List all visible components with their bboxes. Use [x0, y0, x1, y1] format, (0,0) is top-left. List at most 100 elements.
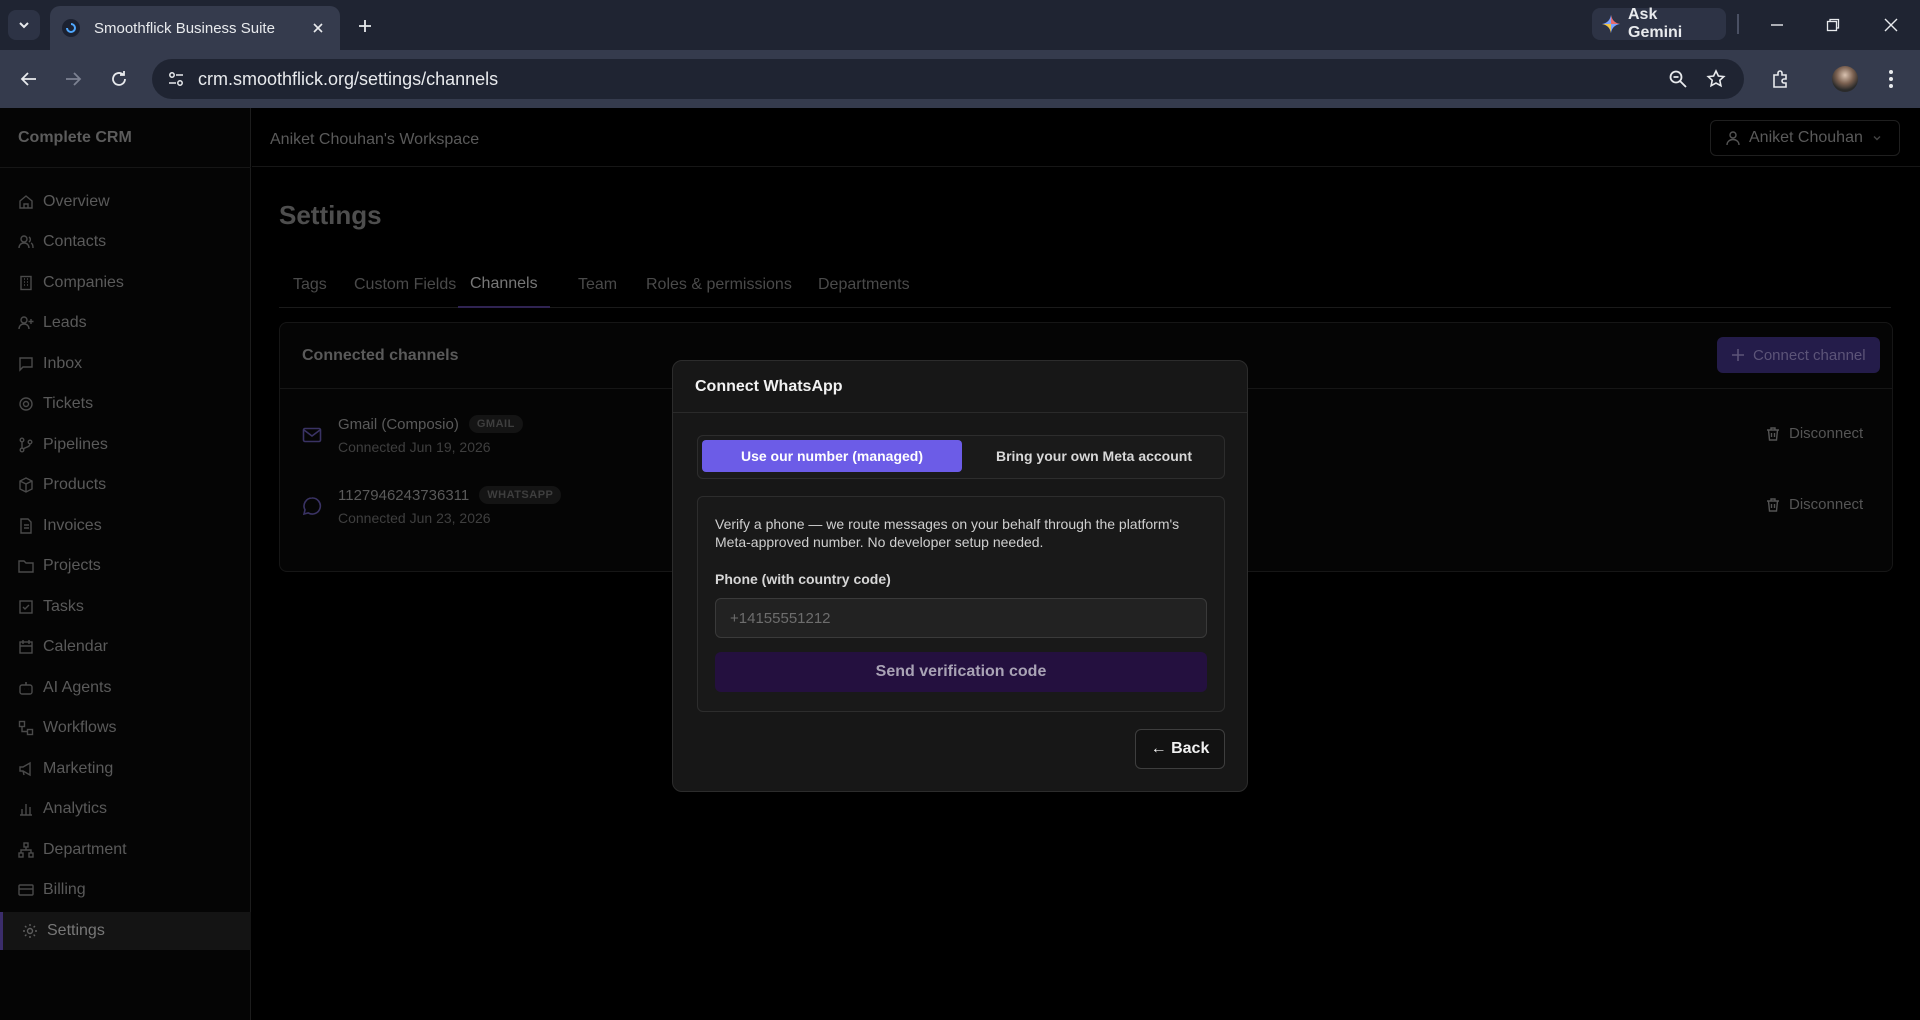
- sidebar-item-label: Contacts: [43, 233, 107, 250]
- tab-tags[interactable]: Tags: [293, 262, 327, 308]
- sidebar-item-settings[interactable]: Settings: [0, 912, 251, 950]
- site-settings-icon[interactable]: [164, 67, 188, 91]
- sidebar-item-projects[interactable]: Projects: [0, 547, 251, 585]
- megaphone-icon: [19, 761, 31, 777]
- disconnect-label: Disconnect: [1789, 496, 1864, 513]
- sidebar-item-label: Invoices: [43, 517, 102, 534]
- managed-number-panel: Verify a phone — we route messages on yo…: [697, 496, 1225, 712]
- sidebar-item-marketing[interactable]: Marketing: [0, 750, 251, 788]
- sidebar-item-leads[interactable]: Leads: [0, 304, 251, 342]
- connection-mode-toggle: Use our number (managed) Bring your own …: [697, 435, 1225, 479]
- app-header: Aniket Chouhan's Workspace Aniket Chouha…: [252, 108, 1920, 167]
- sidebar-item-workflows[interactable]: Workflows: [0, 709, 251, 747]
- close-window-button[interactable]: [1876, 10, 1906, 40]
- back-button[interactable]: ← Back: [1135, 729, 1225, 769]
- restore-button[interactable]: [1818, 10, 1848, 40]
- browser-tab[interactable]: Smoothflick Business Suite: [50, 6, 340, 50]
- workflow-icon: [18, 720, 34, 736]
- sidebar-item-analytics[interactable]: Analytics: [0, 790, 251, 828]
- channel-name-text: 1127946243736311: [338, 486, 470, 504]
- user-menu-button[interactable]: Aniket Chouhan: [1710, 120, 1900, 156]
- browser-menu-button[interactable]: [1876, 64, 1906, 94]
- sidebar-item-label: Settings: [47, 922, 105, 939]
- tab-roles-permissions[interactable]: Roles & permissions: [646, 262, 792, 308]
- sidebar-item-label: Workflows: [43, 719, 117, 736]
- new-tab-button[interactable]: [352, 13, 378, 39]
- sidebar-item-contacts[interactable]: Contacts: [0, 223, 251, 261]
- sidebar-item-label: Tasks: [43, 598, 84, 615]
- sidebar-item-tasks[interactable]: Tasks: [0, 588, 251, 626]
- sidebar-item-label: Billing: [43, 881, 86, 898]
- extensions-button[interactable]: [1766, 64, 1796, 94]
- lifebuoy-icon: [19, 397, 33, 411]
- channel-connected-date: Connected Jun 19, 2026: [338, 439, 491, 455]
- sidebar-item-overview[interactable]: Overview: [0, 183, 251, 221]
- calendar-icon: [19, 640, 33, 654]
- sidebar-item-ai-agents[interactable]: AI Agents: [0, 669, 251, 707]
- zoom-icon[interactable]: [1668, 69, 1688, 89]
- bookmark-star-icon[interactable]: [1706, 69, 1726, 89]
- sidebar-item-inbox[interactable]: Inbox: [0, 345, 251, 383]
- connect-channel-label: Connect channel: [1753, 346, 1866, 364]
- tab-search-button[interactable]: [8, 10, 40, 40]
- building-icon: [20, 275, 32, 291]
- channel-name-text: Gmail (Composio): [338, 415, 459, 433]
- phone-label: Phone (with country code): [715, 571, 891, 587]
- disconnect-button[interactable]: Disconnect: [1765, 496, 1863, 513]
- disconnect-button[interactable]: Disconnect: [1765, 425, 1863, 442]
- sidebar-item-label: Marketing: [43, 760, 114, 777]
- more-vertical-icon: [1889, 70, 1893, 88]
- toolbar-separator: [1737, 14, 1739, 34]
- git-branch-icon: [19, 437, 33, 453]
- tab-channels[interactable]: Channels: [458, 262, 550, 308]
- file-text-icon: [20, 518, 32, 534]
- tab-team[interactable]: Team: [578, 262, 617, 308]
- gemini-sparkle-icon: [1602, 15, 1620, 33]
- disconnect-label: Disconnect: [1789, 425, 1864, 442]
- address-bar[interactable]: crm.smoothflick.org/settings/channels: [152, 59, 1744, 99]
- browser-toolbar: crm.smoothflick.org/settings/channels: [0, 50, 1920, 108]
- sidebar-item-pipelines[interactable]: Pipelines: [0, 426, 251, 464]
- gear-icon: [23, 924, 37, 938]
- trash-icon: [1767, 497, 1779, 512]
- settings-tabs: Tags Custom Fields Channels Team Roles &…: [279, 262, 1891, 308]
- option-own-meta-account[interactable]: Bring your own Meta account: [966, 440, 1222, 472]
- url-text: crm.smoothflick.org/settings/channels: [198, 69, 1668, 90]
- tab-departments[interactable]: Departments: [818, 262, 910, 308]
- arrow-right-icon: [66, 72, 82, 86]
- tab-custom-fields[interactable]: Custom Fields: [354, 262, 456, 308]
- option-managed-number[interactable]: Use our number (managed): [702, 440, 962, 472]
- chevron-down-icon: [19, 22, 29, 29]
- reload-button[interactable]: [104, 64, 134, 94]
- sidebar-item-tickets[interactable]: Tickets: [0, 385, 251, 423]
- sidebar-item-label: AI Agents: [43, 679, 112, 696]
- sidebar-item-calendar[interactable]: Calendar: [0, 628, 251, 666]
- sidebar-item-department[interactable]: Department: [0, 831, 251, 869]
- send-verification-code-button[interactable]: Send verification code: [715, 652, 1207, 692]
- mail-icon: [302, 427, 322, 443]
- workspace-name: Aniket Chouhan's Workspace: [270, 131, 480, 148]
- back-nav-button[interactable]: [14, 64, 44, 94]
- puzzle-icon: [1773, 70, 1787, 88]
- sidebar-item-label: Pipelines: [43, 436, 108, 453]
- close-tab-icon[interactable]: [308, 18, 328, 38]
- forward-nav-button[interactable]: [58, 64, 88, 94]
- ask-gemini-label: Ask Gemini: [1628, 6, 1683, 41]
- users-icon: [18, 235, 34, 249]
- browser-tab-bar: Smoothflick Business Suite Ask Gemini: [0, 0, 1920, 50]
- ask-gemini-button[interactable]: Ask Gemini: [1592, 6, 1726, 41]
- folder-icon: [18, 560, 34, 573]
- sidebar-item-billing[interactable]: Billing: [0, 871, 251, 909]
- connect-channel-button[interactable]: Connect channel: [1717, 337, 1880, 373]
- phone-input[interactable]: [715, 598, 1207, 638]
- sidebar-item-companies[interactable]: Companies: [0, 264, 251, 302]
- package-icon: [19, 477, 33, 493]
- sidebar-item-products[interactable]: Products: [0, 466, 251, 504]
- url-host: crm.smoothflick.org: [198, 68, 355, 89]
- minimize-button[interactable]: [1762, 10, 1792, 40]
- check-square-icon: [19, 600, 33, 614]
- trash-icon: [1767, 426, 1779, 441]
- sidebar-item-invoices[interactable]: Invoices: [0, 507, 251, 545]
- profile-avatar[interactable]: [1832, 66, 1858, 92]
- sidebar-item-label: Companies: [43, 274, 124, 291]
